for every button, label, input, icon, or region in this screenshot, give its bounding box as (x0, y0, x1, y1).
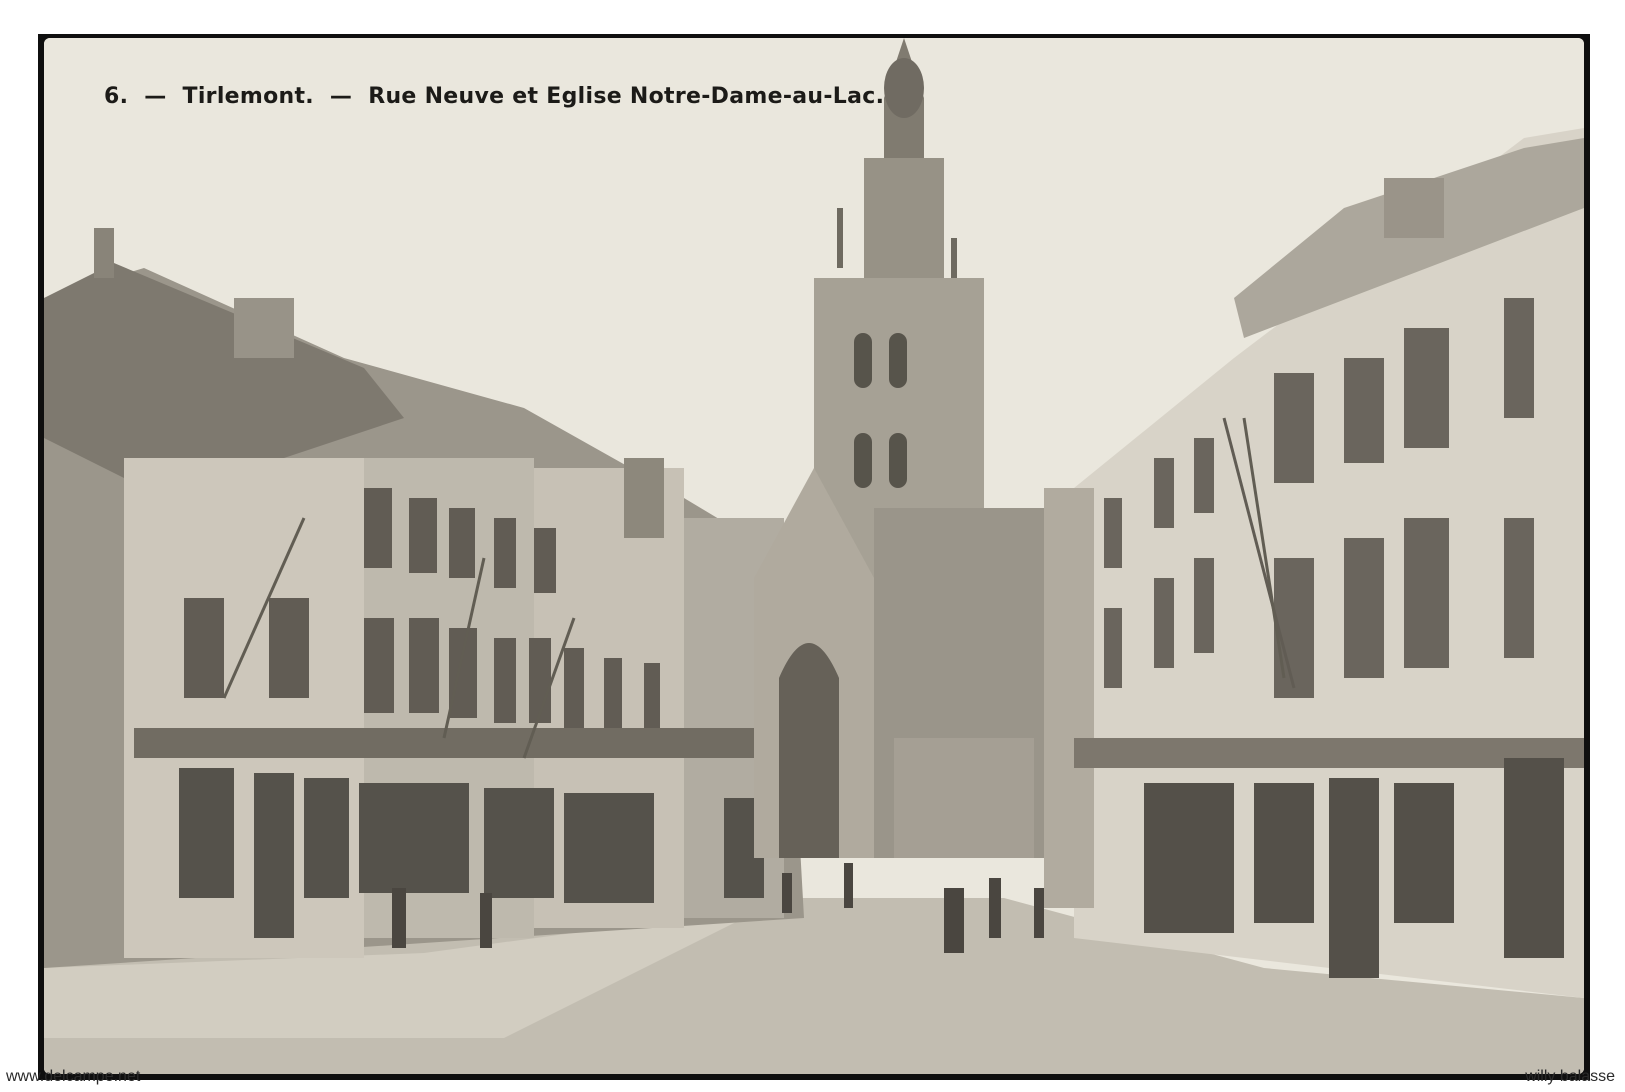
caption-separator: — (144, 84, 167, 109)
watermark-author: willy balasse (1525, 1068, 1615, 1085)
street-photo (44, 38, 1584, 1074)
watermark-delcampe: www.delcampe.net (6, 1068, 141, 1085)
town-name: Tirlemont. (182, 84, 314, 109)
caption-separator: — (329, 84, 353, 109)
postcard-caption: 6. — Tirlemont. — Rue Neuve et Eglise No… (104, 84, 892, 109)
caption-title: Rue Neuve et Eglise Notre-Dame-au-Lac. (368, 84, 885, 109)
postcard: 6. — Tirlemont. — Rue Neuve et Eglise No… (44, 38, 1584, 1074)
postcard-number: 6. (104, 84, 129, 109)
